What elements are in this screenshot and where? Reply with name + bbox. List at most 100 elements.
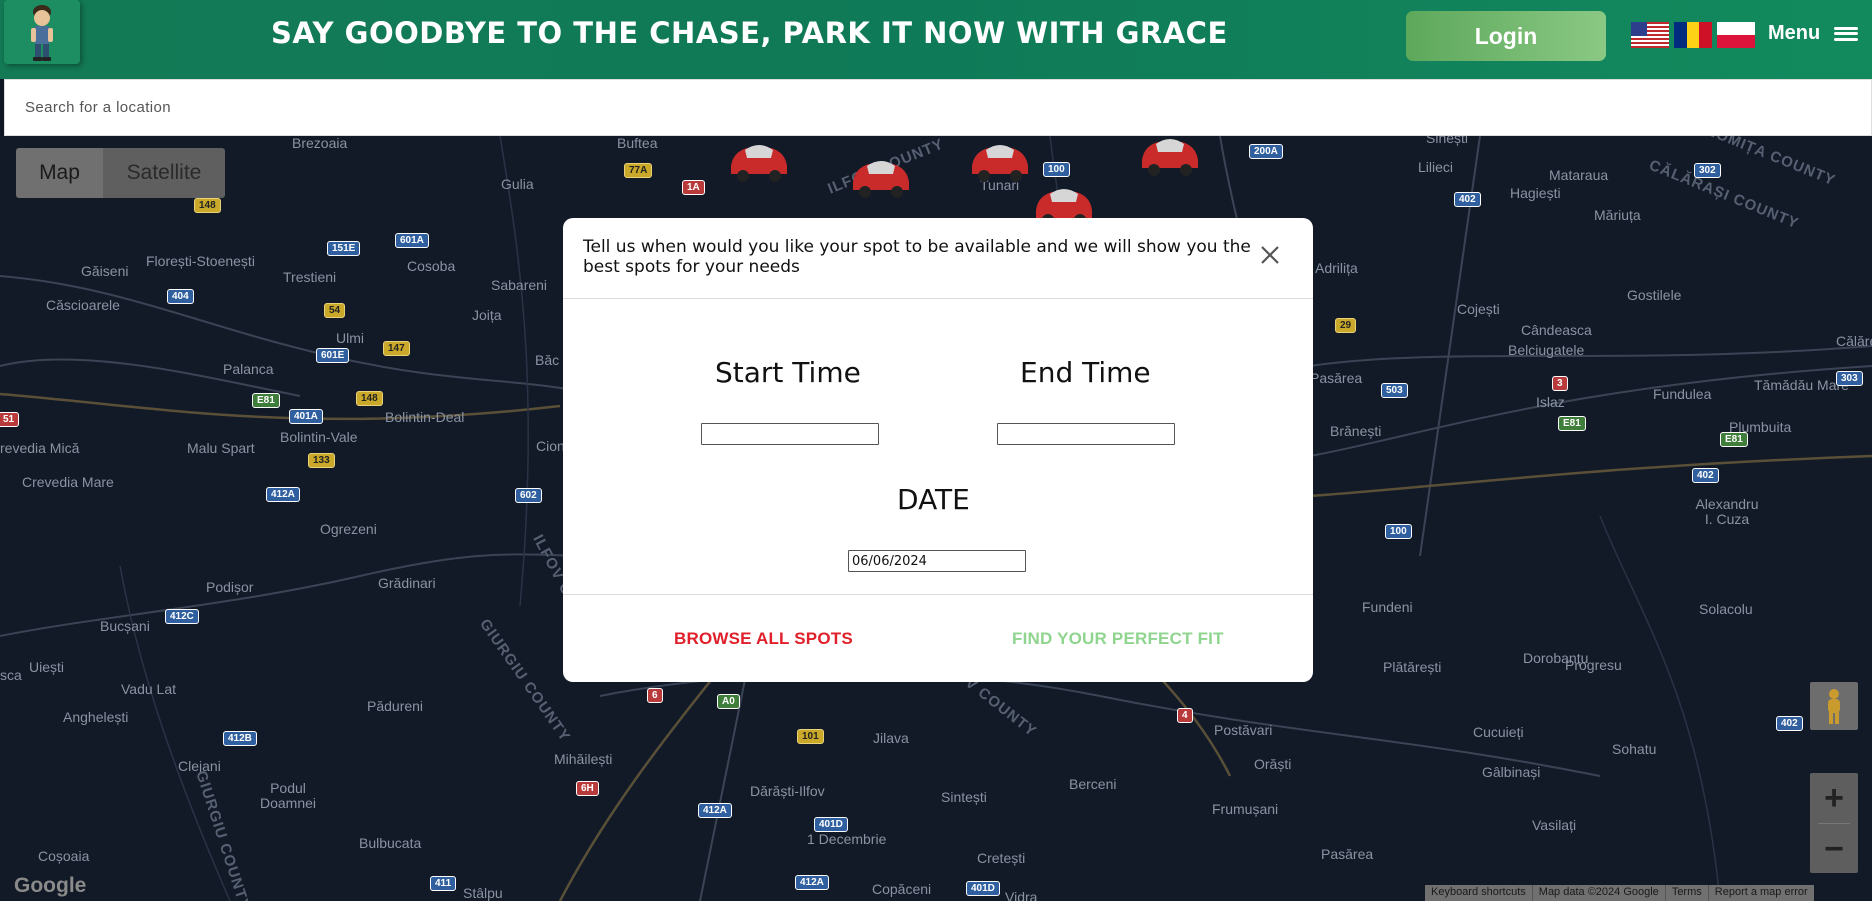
logo-mascot[interactable] bbox=[4, 0, 80, 64]
road-shield: 148 bbox=[194, 198, 221, 213]
road-shield: E81 bbox=[252, 393, 280, 408]
road-shield: 412A bbox=[795, 875, 829, 890]
map-attribution: Keyboard shortcuts Map data ©2024 Google… bbox=[1425, 885, 1814, 901]
poland-flag-icon[interactable] bbox=[1717, 22, 1755, 48]
romania-flag-icon[interactable] bbox=[1674, 22, 1712, 48]
browse-all-spots-button[interactable]: BROWSE ALL SPOTS bbox=[674, 629, 853, 649]
map-place-label: Grădinari bbox=[378, 575, 436, 591]
parking-car-marker[interactable] bbox=[725, 136, 793, 184]
terms-link[interactable]: Terms bbox=[1666, 885, 1709, 901]
parking-car-marker[interactable] bbox=[1136, 136, 1204, 178]
map-place-label: Ulmi bbox=[336, 330, 364, 346]
map-place-label: Progresu bbox=[1565, 657, 1622, 673]
zoom-out-button[interactable]: − bbox=[1810, 824, 1858, 874]
report-map-error-link[interactable]: Report a map error bbox=[1709, 885, 1814, 901]
road-shield: 1A bbox=[682, 180, 705, 195]
map-place-label: Hagiești bbox=[1510, 185, 1561, 201]
map-place-label: Fundulea bbox=[1653, 386, 1712, 402]
map-place-label: Orăști bbox=[1254, 756, 1292, 772]
zoom-in-button[interactable]: + bbox=[1810, 773, 1858, 823]
map-place-label: Fundeni bbox=[1362, 599, 1413, 615]
end-time-input[interactable] bbox=[997, 423, 1175, 445]
map-place-label: Joița bbox=[472, 307, 502, 323]
date-label: DATE bbox=[897, 483, 970, 516]
date-input[interactable] bbox=[848, 550, 1026, 572]
us-flag-icon[interactable] bbox=[1631, 22, 1669, 48]
map-place-label: Tămădău Mare bbox=[1754, 377, 1849, 393]
map-place-label: Mihăilești bbox=[554, 751, 613, 767]
map-place-label: Bolintin-Vale bbox=[280, 429, 358, 445]
map-place-label: Berceni bbox=[1069, 776, 1117, 792]
map-place-label: Sohatu bbox=[1612, 741, 1657, 757]
modal-body: Start Time End Time DATE bbox=[563, 299, 1313, 595]
map-place-label: Podișor bbox=[206, 579, 254, 595]
map-place-label: Florești-Stoenești bbox=[146, 253, 255, 269]
menu-button[interactable]: Menu bbox=[1768, 22, 1859, 45]
road-shield: 29 bbox=[1335, 318, 1357, 333]
road-shield: 601A bbox=[395, 233, 429, 248]
map-place-label: sca bbox=[0, 667, 22, 683]
road-shield: 412A bbox=[266, 487, 300, 502]
road-shield: 412B bbox=[223, 731, 257, 746]
road-shield: 401A bbox=[289, 409, 323, 424]
parking-car-marker[interactable] bbox=[966, 136, 1034, 184]
map-place-label: Lilieci bbox=[1418, 159, 1454, 175]
map-data-label: Map data ©2024 Google bbox=[1533, 885, 1666, 901]
map-place-label: Sabareni bbox=[491, 277, 548, 293]
road-shield: 601E bbox=[316, 348, 350, 363]
map-place-label: Bucșani bbox=[100, 618, 150, 634]
map-place-label: Vasilați bbox=[1532, 817, 1577, 833]
availability-modal: Tell us when would you like your spot to… bbox=[563, 218, 1313, 682]
road-shield: 54 bbox=[324, 303, 346, 318]
map-place-label: Băc bbox=[535, 352, 560, 368]
map-place-label: Copăceni bbox=[872, 881, 932, 897]
map-place-label: Gostilele bbox=[1627, 287, 1682, 303]
street-view-pegman[interactable] bbox=[1810, 682, 1858, 730]
map-type-map-button[interactable]: Map bbox=[16, 148, 103, 198]
map-type-satellite-button[interactable]: Satellite bbox=[103, 148, 225, 198]
map-place-label: Sinești bbox=[1426, 136, 1469, 146]
road-shield: 151E bbox=[327, 241, 361, 256]
road-shield: 6 bbox=[647, 688, 663, 703]
map-place-label: Crevedia Mare bbox=[22, 474, 114, 490]
map-type-control: Map Satellite bbox=[16, 148, 225, 198]
map-place-label: Cândeasca bbox=[1521, 322, 1592, 338]
find-perfect-fit-button[interactable]: FIND YOUR PERFECT FIT bbox=[1012, 629, 1224, 649]
road-shield: 412C bbox=[165, 609, 199, 624]
road-shield: 402 bbox=[1776, 716, 1803, 731]
map-place-label: Pasărea bbox=[1310, 370, 1363, 386]
road-shield: 3 bbox=[1552, 376, 1568, 391]
map-place-label: Măriuța bbox=[1594, 207, 1641, 223]
road-shield: 100 bbox=[1385, 524, 1412, 539]
start-time-input[interactable] bbox=[701, 423, 879, 445]
map-place-label: Islaz bbox=[1536, 394, 1565, 410]
location-search-input[interactable] bbox=[5, 80, 1871, 135]
map-place-label: Mataraua bbox=[1549, 167, 1609, 183]
keyboard-shortcuts-link[interactable]: Keyboard shortcuts bbox=[1425, 885, 1533, 901]
road-shield: 77A bbox=[624, 163, 653, 178]
map-place-label: Cion bbox=[536, 438, 565, 454]
menu-label: Menu bbox=[1768, 22, 1821, 44]
zoom-control: + − bbox=[1810, 773, 1858, 873]
road-shield: 404 bbox=[167, 289, 194, 304]
map-place-label: Pădureni bbox=[367, 698, 424, 714]
map-place-label: Cretești bbox=[977, 850, 1026, 866]
map-place-label: Trestieni bbox=[283, 269, 337, 285]
location-search-bar bbox=[4, 79, 1872, 136]
parking-car-marker[interactable] bbox=[847, 152, 915, 200]
modal-close-button[interactable] bbox=[1255, 240, 1285, 270]
map-place-label: Sintești bbox=[941, 789, 987, 805]
map-place-label: Adrilița bbox=[1315, 260, 1358, 276]
mascot-icon bbox=[4, 0, 80, 64]
map-place-label: Vidra bbox=[1005, 889, 1038, 901]
map-place-label: Buftea bbox=[617, 136, 658, 151]
modal-footer: BROWSE ALL SPOTS FIND YOUR PERFECT FIT bbox=[563, 595, 1313, 681]
road-shield: 402 bbox=[1454, 192, 1481, 207]
map-place-label: Malu Spart bbox=[187, 440, 255, 456]
login-button[interactable]: Login bbox=[1406, 11, 1606, 61]
road-shield: A0 bbox=[717, 694, 740, 709]
map-place-label: Podul Doamnei bbox=[259, 780, 317, 811]
map-place-label: Cojești bbox=[1457, 301, 1500, 317]
map-place-label: Dărăști-Ilfov bbox=[750, 783, 825, 799]
hamburger-icon bbox=[1834, 26, 1859, 41]
